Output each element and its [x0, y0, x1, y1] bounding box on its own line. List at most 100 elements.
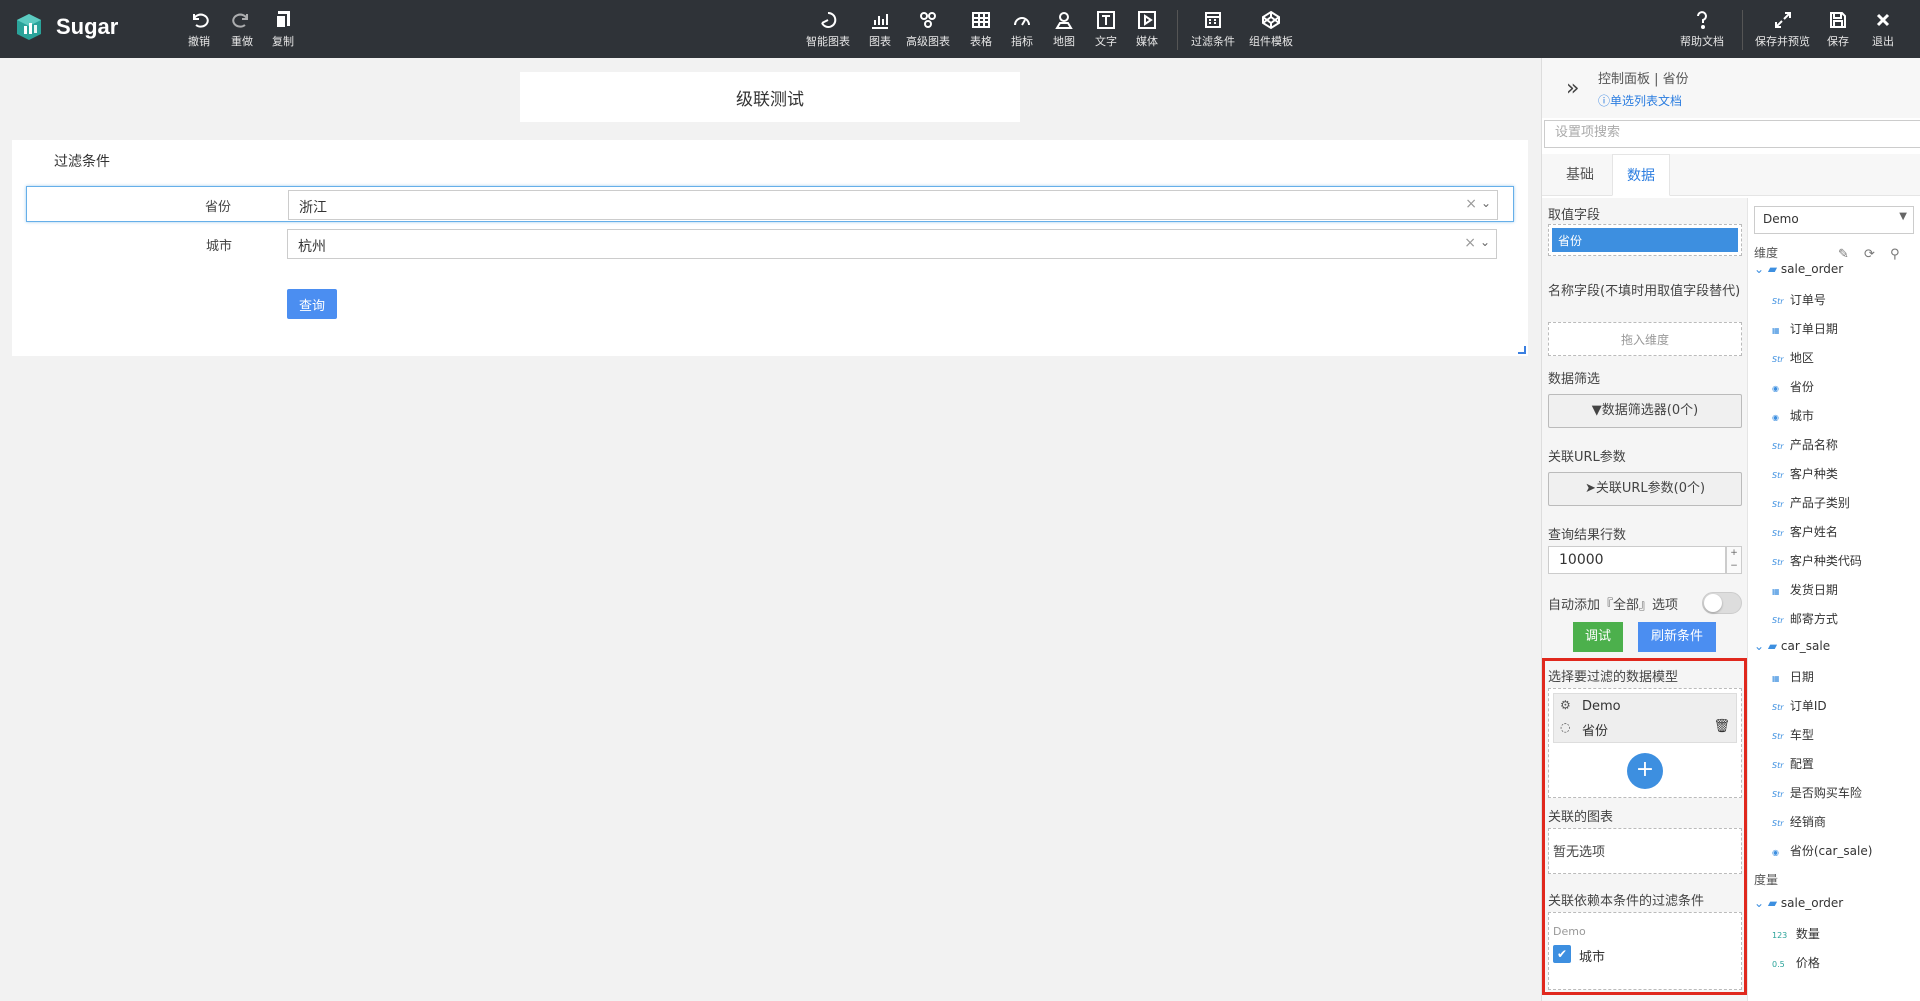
model-card[interactable]: ⚙ Demo ◌ 省份 🗑 — [1553, 693, 1737, 743]
field-name: 省份(car_sale) — [1789, 844, 1873, 858]
field-name: 产品名称 — [1789, 438, 1838, 452]
linked-charts-box: 暂无选项 — [1548, 828, 1742, 874]
filter-row-province[interactable]: 省份 浙江 × ⌄ — [26, 186, 1514, 222]
doc-link[interactable]: ⓘ单选列表文档 — [1598, 92, 1682, 109]
url-param-button[interactable]: ➤关联URL参数(0个) — [1548, 472, 1742, 506]
help-button[interactable]: 帮助文档 — [1680, 10, 1724, 49]
field-name: 客户种类 — [1789, 467, 1838, 481]
dashboard-title[interactable]: 级联测试 — [520, 72, 1020, 122]
field-item[interactable]: Str 地区 — [1772, 349, 1814, 366]
field-item[interactable]: Str 客户种类 — [1772, 465, 1838, 482]
table-button[interactable]: 表格 — [970, 10, 992, 49]
field-item[interactable]: ◉ 城市 — [1772, 407, 1814, 424]
data-filter-button[interactable]: ▼数据筛选器(0个) — [1548, 394, 1742, 428]
field-item[interactable]: ▦ 发货日期 — [1772, 581, 1838, 598]
chevron-down-icon[interactable]: ⌄ — [1480, 235, 1490, 249]
text-button[interactable]: 文字 — [1095, 10, 1117, 49]
redo-button[interactable]: 重做 — [231, 10, 253, 49]
save-button[interactable]: 保存 — [1827, 10, 1849, 49]
field-item[interactable]: Str 客户种类代码 — [1772, 552, 1862, 569]
advanced-chart-button[interactable]: 高级图表 — [906, 10, 950, 49]
field-item[interactable]: ◉ 省份 — [1772, 378, 1814, 395]
template-button[interactable]: 组件模板 — [1249, 10, 1293, 49]
smart-chart-button[interactable]: 智能图表 — [806, 10, 850, 49]
string-type-icon: Str — [1772, 442, 1784, 451]
collapse-panel-icon[interactable]: » — [1566, 76, 1579, 101]
field-name: 客户姓名 — [1789, 525, 1838, 539]
chevron-down-icon[interactable]: ⌄ — [1754, 896, 1768, 910]
auto-all-toggle[interactable] — [1702, 592, 1742, 614]
chevron-down-icon[interactable]: ⌄ — [1481, 196, 1491, 210]
clear-icon[interactable]: × — [1464, 235, 1476, 251]
datasource-select[interactable]: Demo ▼ — [1754, 206, 1914, 234]
field-item[interactable]: Str 配置 — [1772, 755, 1814, 772]
undo-button[interactable]: 撤销 — [188, 10, 210, 49]
filter-model-box: ⚙ Demo ◌ 省份 🗑 + — [1548, 688, 1742, 798]
folder-measure-0[interactable]: ⌄ ▰ sale_order — [1754, 896, 1843, 910]
trash-icon[interactable]: 🗑 — [1713, 719, 1730, 734]
add-model-button[interactable]: + — [1627, 753, 1663, 789]
resize-handle-icon[interactable] — [1518, 346, 1526, 354]
copy-button[interactable]: 复制 — [272, 10, 294, 49]
folder-dim-1[interactable]: ⌄ ▰ car_sale — [1754, 639, 1830, 653]
field-name: 发货日期 — [1789, 583, 1838, 597]
row-limit-stepper[interactable]: + − — [1726, 546, 1742, 574]
refresh-condition-button[interactable]: 刷新条件 — [1638, 622, 1716, 652]
clear-icon[interactable]: × — [1465, 196, 1477, 212]
field-item[interactable]: Str 订单号 — [1772, 291, 1826, 308]
debug-button[interactable]: 调试 — [1573, 622, 1623, 652]
exit-button[interactable]: 退出 — [1872, 10, 1894, 49]
field-item[interactable]: ▦ 订单日期 — [1772, 320, 1838, 337]
save-preview-button[interactable]: 保存并预览 — [1755, 10, 1810, 49]
field-item[interactable]: Str 产品子类别 — [1772, 494, 1850, 511]
checkbox-checked-icon[interactable]: ✔ — [1553, 945, 1571, 963]
province-select-value: 浙江 — [299, 200, 327, 216]
field-item[interactable]: Str 产品名称 — [1772, 436, 1838, 453]
pencil-icon[interactable]: ✎ — [1838, 247, 1849, 262]
string-type-icon: Str — [1772, 703, 1784, 712]
media-play-icon — [1138, 11, 1156, 29]
advanced-chart-label: 高级图表 — [906, 35, 950, 48]
control-panel-header: » 控制面板 | 省份 ⓘ单选列表文档 — [1542, 58, 1920, 118]
settings-search-input[interactable]: 设置项搜索 — [1544, 120, 1920, 148]
name-field-dropzone[interactable]: 拖入维度 — [1548, 322, 1742, 356]
field-name: 产品子类别 — [1789, 496, 1850, 510]
value-field-chip[interactable]: 省份 — [1552, 228, 1738, 252]
tab-basic[interactable]: 基础 — [1552, 154, 1608, 196]
map-button[interactable]: 地图 — [1053, 10, 1075, 49]
chevron-down-icon[interactable]: ⌄ — [1754, 262, 1768, 276]
filter-button[interactable]: 过滤条件 — [1191, 10, 1235, 49]
search-icon[interactable]: ⚲ — [1890, 247, 1900, 262]
query-button[interactable]: 查询 — [287, 289, 337, 319]
field-item[interactable]: ◉ 省份(car_sale) — [1772, 842, 1872, 859]
field-item[interactable]: 0.5 价格 — [1772, 954, 1820, 971]
field-item[interactable]: Str 订单ID — [1772, 697, 1827, 714]
advanced-chart-icon — [920, 12, 936, 28]
template-label: 组件模板 — [1249, 35, 1293, 48]
field-item[interactable]: Str 经销商 — [1772, 813, 1826, 830]
field-item[interactable]: ▦ 日期 — [1772, 668, 1814, 685]
funnel-icon: ▼ — [1591, 403, 1602, 418]
metric-button[interactable]: 指标 — [1011, 10, 1033, 49]
field-name: 邮寄方式 — [1789, 612, 1838, 626]
tab-data[interactable]: 数据 — [1612, 154, 1670, 196]
field-item[interactable]: 123 数量 — [1772, 925, 1820, 942]
city-select[interactable]: 杭州 × ⌄ — [287, 229, 1497, 259]
field-item[interactable]: Str 客户姓名 — [1772, 523, 1838, 540]
province-select[interactable]: 浙江 × ⌄ — [288, 190, 1498, 220]
value-field-dropzone[interactable]: 省份 — [1548, 224, 1742, 256]
field-item[interactable]: Str 车型 — [1772, 726, 1814, 743]
folder-dim-0[interactable]: ⌄ ▰ sale_order — [1754, 262, 1843, 276]
chevron-down-icon[interactable]: ⌄ — [1754, 639, 1768, 653]
close-icon — [1876, 13, 1890, 27]
field-item[interactable]: Str 是否购买车险 — [1772, 784, 1862, 801]
string-type-icon: Str — [1772, 471, 1784, 480]
refresh-icon[interactable]: ⟳ — [1864, 247, 1875, 262]
media-button[interactable]: 媒体 — [1136, 10, 1158, 49]
row-limit-input[interactable]: 10000 — [1548, 546, 1726, 574]
chart-button[interactable]: 图表 — [869, 10, 891, 49]
filter-widget[interactable]: 过滤条件 省份 浙江 × ⌄ 城市 杭州 × ⌄ 查询 — [12, 140, 1528, 356]
field-item[interactable]: Str 邮寄方式 — [1772, 610, 1838, 627]
map-pin-icon — [1055, 12, 1073, 29]
send-icon: ➤ — [1584, 481, 1596, 496]
